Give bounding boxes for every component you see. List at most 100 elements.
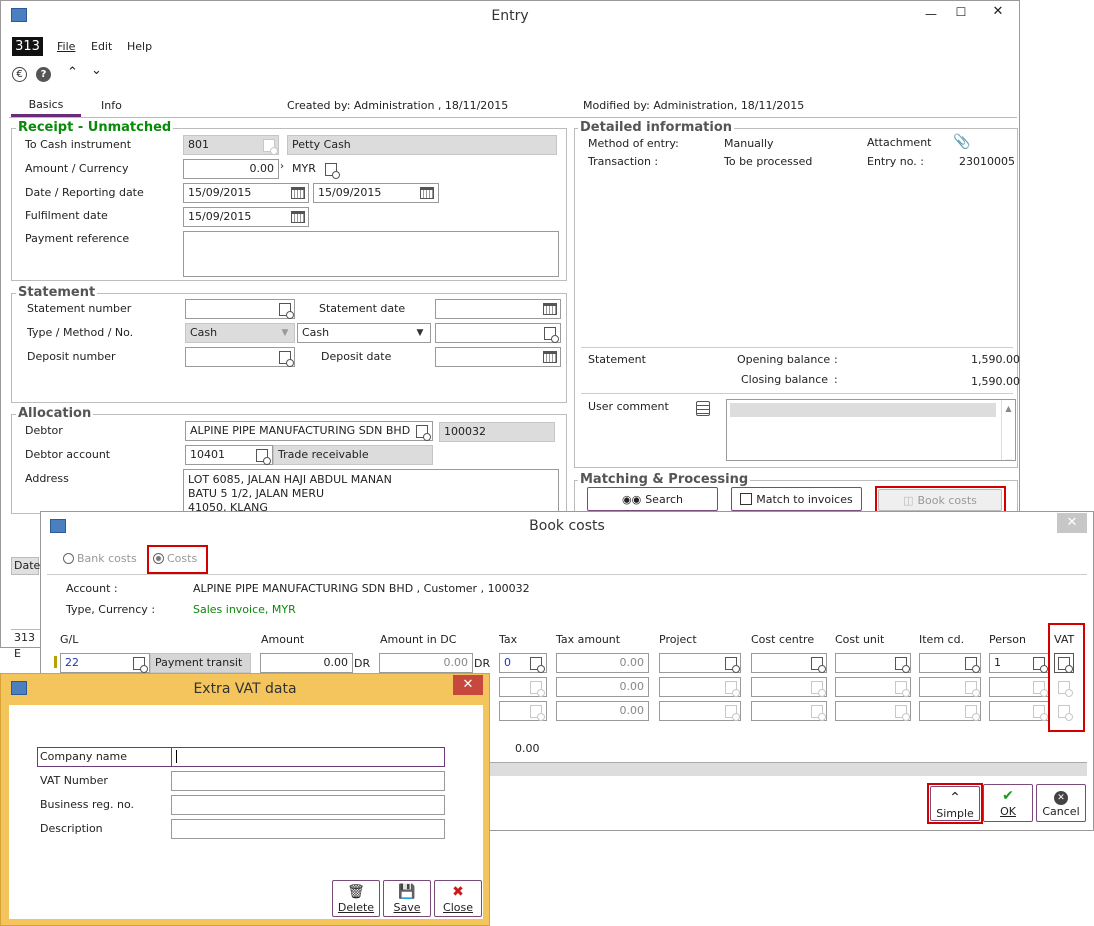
tax-amount-input[interactable]: 0.00 [556,677,649,697]
closing-label: Closing balance [741,373,829,386]
description-input[interactable] [171,819,445,839]
lookup-icon[interactable] [526,653,546,673]
lookup-icon[interactable] [961,653,981,673]
calendar-icon[interactable] [540,299,560,319]
lookup-icon[interactable] [721,653,741,673]
help-icon[interactable]: ? [36,67,51,82]
dr-label: DR [474,657,491,670]
lookup-icon[interactable] [721,677,741,697]
col-gl: G/L [60,633,79,646]
chevron-down-icon[interactable]: ⌄ [91,63,102,78]
close-label: Close [443,901,473,914]
transaction-value: To be processed [724,155,813,168]
lookup-icon[interactable] [259,135,279,155]
debtor-input[interactable]: ALPINE PIPE MANUFACTURING SDN BHD [185,421,433,441]
detail-title: Detailed information [578,120,735,135]
calendar-icon[interactable] [417,183,437,203]
chevron-up-icon[interactable]: ⌃ [67,65,78,80]
trash-icon: 🗑 [347,884,365,900]
tab-basics[interactable]: Basics [11,98,81,117]
col-item-cd: Item cd. [919,633,965,646]
lookup-icon[interactable] [129,653,149,673]
address-line: BATU 5 1/2, JALAN MERU [188,487,325,500]
lookup-icon[interactable] [807,677,827,697]
scrollbar[interactable]: ▲▼ [1001,400,1015,460]
company-name-input[interactable] [171,747,445,767]
tax-amount-input[interactable]: 0.00 [556,653,649,673]
vat-number-input[interactable] [171,771,445,791]
lookup-icon[interactable] [891,701,911,721]
menu-file[interactable]: File [57,40,75,53]
lookup-icon[interactable] [961,677,981,697]
colon: : [834,353,838,366]
col-tax: Tax [499,633,518,646]
entry-no-value: 23010005 [959,155,1015,168]
col-person: Person [989,633,1026,646]
company-badge: 313 [12,37,43,56]
currency-lookup-icon[interactable] [321,159,341,179]
euro-icon[interactable]: € [12,67,27,82]
note-icon[interactable] [696,401,710,416]
match-invoices-button[interactable]: Match to invoices [731,487,862,511]
statement-label: Statement [588,353,646,366]
address-box[interactable]: LOT 6085, JALAN HAJI ABDUL MANAN BATU 5 … [183,469,559,513]
amount-input[interactable]: 0.00 [183,159,279,179]
calendar-icon[interactable] [288,207,308,227]
chevron-down-icon[interactable]: ▼ [410,323,430,343]
lookup-icon[interactable] [891,653,911,673]
lookup-icon[interactable] [721,701,741,721]
business-reg-input[interactable] [171,795,445,815]
menu-edit[interactable]: Edit [91,40,112,53]
comment-highlight [730,403,996,417]
tab-info[interactable]: Info [101,99,122,112]
chevron-down-icon[interactable]: ▼ [275,323,295,343]
lookup-icon[interactable] [891,677,911,697]
col-tax-amount: Tax amount [556,633,621,646]
lookup-icon[interactable] [807,701,827,721]
lookup-icon[interactable] [275,347,295,367]
lookup-icon[interactable] [1029,701,1049,721]
payment-reference-input[interactable] [183,231,559,277]
lookup-icon[interactable] [412,421,432,441]
tax-amount-input[interactable]: 0.00 [556,701,649,721]
minimize-button[interactable]: — [921,7,941,23]
allocation-title: Allocation [16,406,94,421]
save-button[interactable]: 💾 Save [383,880,431,917]
statement-divider [581,347,1013,348]
cancel-button[interactable]: ✕ Cancel [1036,784,1086,822]
calendar-icon[interactable] [288,183,308,203]
lookup-icon[interactable] [252,445,272,465]
search-button[interactable]: ◉◉ Search [587,487,718,511]
amount-input[interactable]: 0.00 [260,653,353,673]
lookup-icon[interactable] [961,701,981,721]
close-button[interactable]: ✕ [453,675,483,695]
maximize-button[interactable]: ☐ [951,5,971,21]
colon: : [834,373,838,386]
deposit-label: Deposit number [27,350,116,363]
lookup-icon[interactable] [1029,653,1049,673]
close-button[interactable]: ✕ [979,4,1017,24]
lookup-icon[interactable] [807,653,827,673]
user-comment-input[interactable]: ▲▼ [726,399,1016,461]
date-label: Date / Reporting date [25,186,144,199]
close-button[interactable]: ✕ [1057,513,1087,533]
save-label: Save [393,901,421,914]
calendar-icon[interactable] [540,347,560,367]
close-dialog-button[interactable]: ✖ Close [434,880,482,917]
account-value: ALPINE PIPE MANUFACTURING SDN BHD , Cust… [193,582,530,595]
delete-button[interactable]: 🗑 Delete [332,880,380,917]
floppy-icon: 💾 [398,884,416,900]
lookup-icon[interactable] [540,323,560,343]
paperclip-icon[interactable]: 📎 [953,134,970,150]
lookup-icon[interactable] [526,701,546,721]
lookup-icon[interactable] [1029,677,1049,697]
menu-help[interactable]: Help [127,40,152,53]
bank-costs-radio[interactable]: Bank costs [63,552,137,565]
lookup-icon[interactable] [526,677,546,697]
ok-label: OK [1000,805,1016,818]
col-cost-unit: Cost unit [835,633,885,646]
ok-button[interactable]: ✔ OK [983,784,1033,822]
bank-costs-label: Bank costs [77,552,137,565]
lookup-icon[interactable] [275,299,295,319]
amount-dc-input[interactable]: 0.00 [379,653,473,673]
